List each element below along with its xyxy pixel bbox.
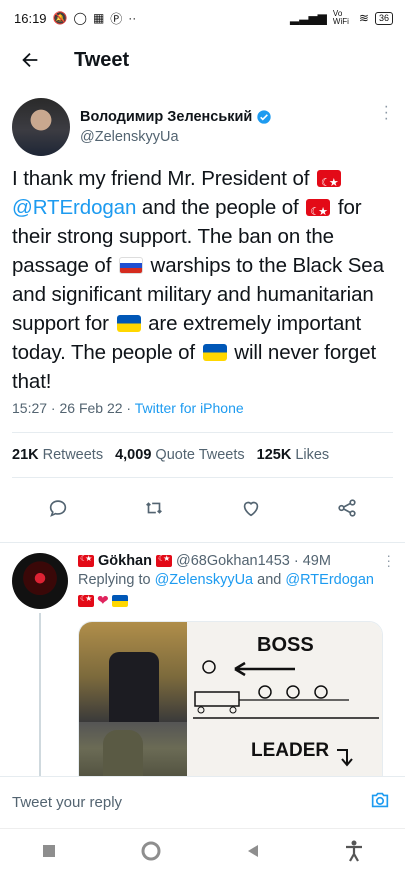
battery-icon: 36: [374, 11, 393, 25]
reply-icon: [49, 499, 67, 517]
reply-input[interactable]: [12, 794, 312, 811]
tweet-author: Володимир Зеленський @ZelenskyyUa · · ·: [12, 98, 393, 156]
likes-stat[interactable]: 125K Likes: [257, 447, 330, 463]
recents-button[interactable]: [41, 843, 57, 864]
replying-to: Replying to @ZelenskyyUa and @RTErdogan: [78, 572, 393, 588]
tweet-meta: 15:27 · 26 Feb 22 · Twitter for iPhone: [12, 400, 393, 416]
status-time: 16:19: [14, 10, 47, 26]
likes-label: Likes: [295, 447, 330, 463]
tweet-text-segment: I thank my friend Mr. President of: [12, 167, 310, 190]
reply-button[interactable]: [47, 497, 69, 524]
ukraine-flag-emoji: [111, 594, 128, 607]
square-icon: [43, 845, 56, 857]
vowifi-label: Vo WiFi: [332, 9, 349, 26]
tweet-text: I thank my friend Mr. President of @RTEr…: [12, 164, 393, 396]
media-photo-hall: [79, 622, 187, 722]
reply-display-name[interactable]: Gökhan: [98, 553, 152, 569]
reply-media[interactable]: BOSS LEADER: [78, 621, 383, 789]
tweet-stats: 21K Retweets 4,009 Quote Tweets 125K Lik…: [0, 433, 405, 477]
main-tweet: Володимир Зеленський @ZelenskyyUa · · · I …: [0, 84, 405, 416]
share-icon: [338, 498, 356, 517]
author-display-name: Володимир Зеленський: [80, 109, 253, 125]
retweets-label: Retweets: [42, 447, 104, 463]
reply-time: · 49M: [293, 553, 331, 569]
tweet-timestamp: 15:27 · 26 Feb 22 ·: [12, 400, 135, 416]
turkey-flag-emoji: [78, 594, 94, 607]
signal-icon: ▂▃▅▆: [290, 11, 327, 25]
whatsapp-icon: ◯: [73, 11, 87, 25]
heart-icon: [243, 501, 258, 516]
ukraine-flag-emoji: [202, 344, 227, 361]
tweet-source-link[interactable]: Twitter for iPhone: [135, 400, 244, 416]
reply-more-options-button[interactable]: · · ·: [386, 548, 391, 572]
camera-button[interactable]: [369, 789, 391, 816]
retweet-icon: [146, 501, 163, 514]
quotes-count: 4,009: [115, 447, 152, 463]
reply-composer: [0, 776, 405, 828]
accessibility-button[interactable]: [344, 840, 364, 867]
reply-tweet[interactable]: Gökhan @68Gokhan1453 · 49M Replying to @…: [0, 543, 405, 823]
author-avatar[interactable]: [12, 98, 70, 156]
likes-count: 125K: [256, 447, 292, 463]
notification-muted-icon: 🔕: [52, 11, 68, 25]
reply-author-row: Gökhan @68Gokhan1453 · 49M: [78, 553, 393, 569]
qr-icon: ▦: [92, 11, 105, 25]
retweets-count: 21K: [12, 447, 39, 463]
retweet-button[interactable]: [143, 497, 165, 524]
system-back-button[interactable]: [245, 843, 261, 864]
meme-drawing: [193, 660, 379, 788]
camera-icon: [371, 792, 389, 808]
replying-prefix: Replying to: [78, 572, 151, 588]
arrow-left-icon: [22, 52, 38, 68]
status-bar: 16:19 🔕 ◯ ▦ Ⓟ ·· ▂▃▅▆ Vo WiFi ≋ 36: [0, 0, 405, 36]
media-meme-image: BOSS LEADER: [187, 622, 382, 788]
turkey-flag-emoji: [317, 170, 342, 187]
verified-badge-icon: [257, 110, 272, 124]
system-nav-bar: [0, 828, 405, 878]
ukraine-flag-emoji: [116, 315, 141, 332]
replying-and: and: [257, 572, 282, 588]
retweets-stat[interactable]: 21K Retweets: [12, 447, 103, 463]
more-notifications-icon: ··: [128, 11, 137, 25]
circle-icon: [141, 841, 161, 861]
page-title: Tweet: [74, 48, 130, 71]
replying-mention[interactable]: @ZelenskyyUa: [155, 572, 254, 588]
reply-text: ❤: [78, 592, 393, 609]
turkey-flag-emoji: [78, 555, 94, 567]
quotes-label: Quote Tweets: [155, 447, 245, 463]
author-name-row[interactable]: Володимир Зеленський: [80, 109, 272, 125]
replying-mention[interactable]: @RTErdogan: [285, 572, 374, 588]
tweet-actions: [0, 478, 405, 542]
russia-flag-emoji: [118, 257, 143, 274]
more-options-button[interactable]: · · ·: [384, 99, 389, 127]
turkey-flag-emoji: [306, 199, 331, 216]
tweet-text-segment: and the people of: [141, 196, 299, 219]
home-button[interactable]: [140, 840, 162, 867]
top-app-bar: Tweet: [0, 36, 405, 84]
reply-handle: @68Gokhan1453: [175, 553, 290, 569]
wifi-icon: ≋: [358, 11, 369, 25]
turkey-flag-emoji: [155, 555, 172, 567]
reply-author-avatar[interactable]: [12, 553, 68, 609]
share-button[interactable]: [336, 497, 358, 524]
pinterest-icon: Ⓟ: [110, 11, 123, 26]
triangle-back-icon: [247, 845, 258, 857]
red-heart-emoji: ❤: [97, 592, 109, 608]
mention-link[interactable]: @RTErdogan: [12, 196, 136, 219]
like-button[interactable]: [240, 497, 262, 524]
quotes-stat[interactable]: 4,009 Quote Tweets: [115, 447, 245, 463]
author-handle: @ZelenskyyUa: [80, 129, 179, 145]
back-button[interactable]: [14, 44, 46, 76]
accessibility-icon: [345, 840, 362, 862]
